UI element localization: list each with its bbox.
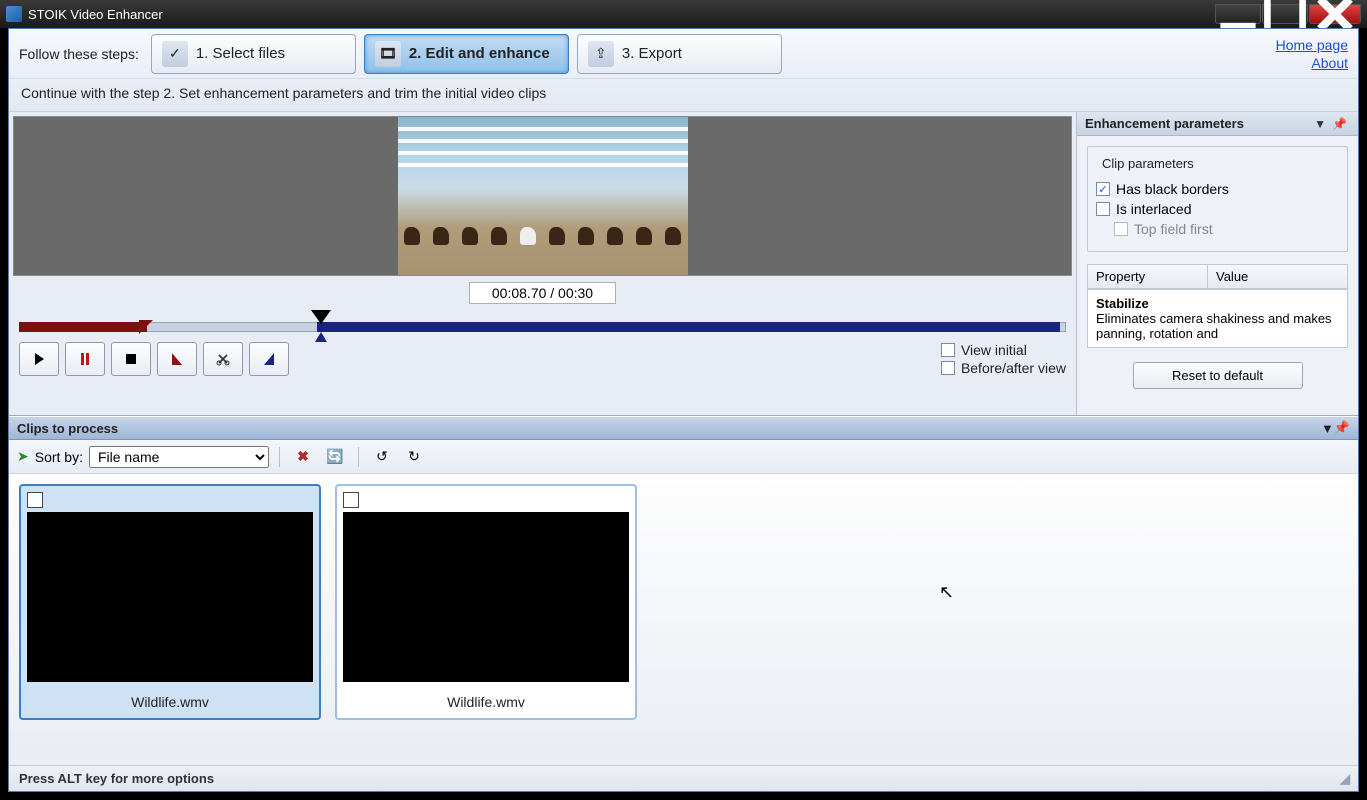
close-button[interactable] [1309, 4, 1361, 24]
clip-item[interactable]: Wildlife.wmv [335, 484, 637, 720]
maximize-button[interactable] [1262, 4, 1308, 24]
clips-area: Wildlife.wmv Wildlife.wmv ↖ [9, 474, 1358, 765]
mouse-cursor-icon: ↖ [939, 582, 954, 603]
rotate-right-icon: ↻ [408, 448, 420, 465]
clips-toolbar: ➤ Sort by: File name ✖ 🔄 ↺ ↻ [9, 440, 1358, 474]
status-text: Press ALT key for more options [19, 771, 214, 786]
step-label: 2. Edit and enhance [409, 45, 550, 62]
preview-frame [398, 117, 688, 275]
app-icon [6, 6, 22, 22]
property-description: Stabilize Eliminates camera shakiness an… [1088, 289, 1347, 347]
reset-to-default-button[interactable]: Reset to default [1133, 362, 1303, 389]
clip-thumbnail [27, 512, 313, 682]
pin-icon[interactable]: 📌 [1334, 420, 1350, 436]
refresh-button[interactable]: 🔄 [322, 445, 348, 469]
refresh-icon: 🔄 [326, 448, 343, 465]
arrow-right-icon: ➤ [17, 448, 29, 465]
status-bar: Press ALT key for more options ◢ [9, 765, 1358, 791]
top-field-first-checkbox: Top field first [1114, 221, 1339, 237]
video-preview [13, 116, 1072, 276]
rotate-left-icon: ↺ [376, 448, 388, 465]
cut-button[interactable] [203, 342, 243, 376]
timecode-display: 00:08.70 / 00:30 [469, 282, 616, 304]
instruction-text: Continue with the step 2. Set enhancemen… [9, 79, 1358, 112]
window-title: STOIK Video Enhancer [28, 7, 163, 22]
chevron-down-icon[interactable]: ▼ [1321, 421, 1334, 436]
checkbox-icon [941, 343, 955, 357]
rotate-left-button[interactable]: ↺ [369, 445, 395, 469]
property-column-header[interactable]: Property [1088, 265, 1208, 288]
about-link[interactable]: About [1311, 55, 1348, 71]
clip-checkbox[interactable] [343, 492, 359, 508]
titlebar: STOIK Video Enhancer [0, 0, 1367, 28]
pause-button[interactable] [65, 342, 105, 376]
step-select-files[interactable]: ✓ 1. Select files [151, 34, 356, 74]
clip-parameters-group: Clip parameters ✓ Has black borders Is i… [1087, 146, 1348, 252]
clips-panel-header[interactable]: Clips to process ▼ 📌 [9, 416, 1358, 440]
clip-checkbox[interactable] [27, 492, 43, 508]
sort-by-label: Sort by: [35, 449, 83, 465]
delete-clip-button[interactable]: ✖ [290, 445, 316, 469]
mark-out-button[interactable] [249, 342, 289, 376]
clip-item[interactable]: Wildlife.wmv [19, 484, 321, 720]
step-bar: Follow these steps: ✓ 1. Select files 🎞 … [9, 29, 1358, 79]
film-wand-icon: 🎞 [375, 41, 401, 67]
folder-check-icon: ✓ [162, 41, 188, 67]
step-label: 3. Export [622, 45, 682, 62]
checkbox-icon [1096, 202, 1110, 216]
resize-grip-icon[interactable]: ◢ [1340, 771, 1348, 787]
view-initial-checkbox[interactable]: View initial [941, 342, 1066, 358]
trim-in-marker[interactable] [139, 320, 153, 334]
clip-filename: Wildlife.wmv [337, 688, 635, 718]
checkbox-icon [1114, 222, 1128, 236]
before-after-checkbox[interactable]: Before/after view [941, 360, 1066, 376]
has-black-borders-checkbox[interactable]: ✓ Has black borders [1096, 181, 1339, 197]
playhead[interactable] [311, 310, 331, 324]
export-icon: ⇪ [588, 41, 614, 67]
chevron-down-icon[interactable]: ▼ [1311, 117, 1329, 131]
timeline[interactable] [19, 308, 1066, 336]
rotate-right-button[interactable]: ↻ [401, 445, 427, 469]
enhancement-panel-header[interactable]: Enhancement parameters ▼ 📌 [1077, 112, 1358, 136]
delete-x-icon: ✖ [297, 448, 309, 465]
step-export[interactable]: ⇪ 3. Export [577, 34, 782, 74]
checkbox-icon [941, 361, 955, 375]
is-interlaced-checkbox[interactable]: Is interlaced [1096, 201, 1339, 217]
step-edit-enhance[interactable]: 🎞 2. Edit and enhance [364, 34, 569, 74]
mark-in-button[interactable] [157, 342, 197, 376]
sort-by-select[interactable]: File name [89, 446, 269, 468]
checkbox-icon: ✓ [1096, 182, 1110, 196]
step-label: 1. Select files [196, 45, 285, 62]
clip-filename: Wildlife.wmv [21, 688, 319, 718]
property-table: Property Value Stabilize Eliminates came… [1087, 264, 1348, 348]
play-button[interactable] [19, 342, 59, 376]
value-column-header[interactable]: Value [1208, 265, 1256, 288]
minimize-button[interactable] [1215, 4, 1261, 24]
stop-button[interactable] [111, 342, 151, 376]
home-page-link[interactable]: Home page [1276, 37, 1348, 53]
follow-steps-label: Follow these steps: [19, 46, 139, 62]
clip-thumbnail [343, 512, 629, 682]
pin-icon[interactable]: 📌 [1329, 117, 1350, 131]
